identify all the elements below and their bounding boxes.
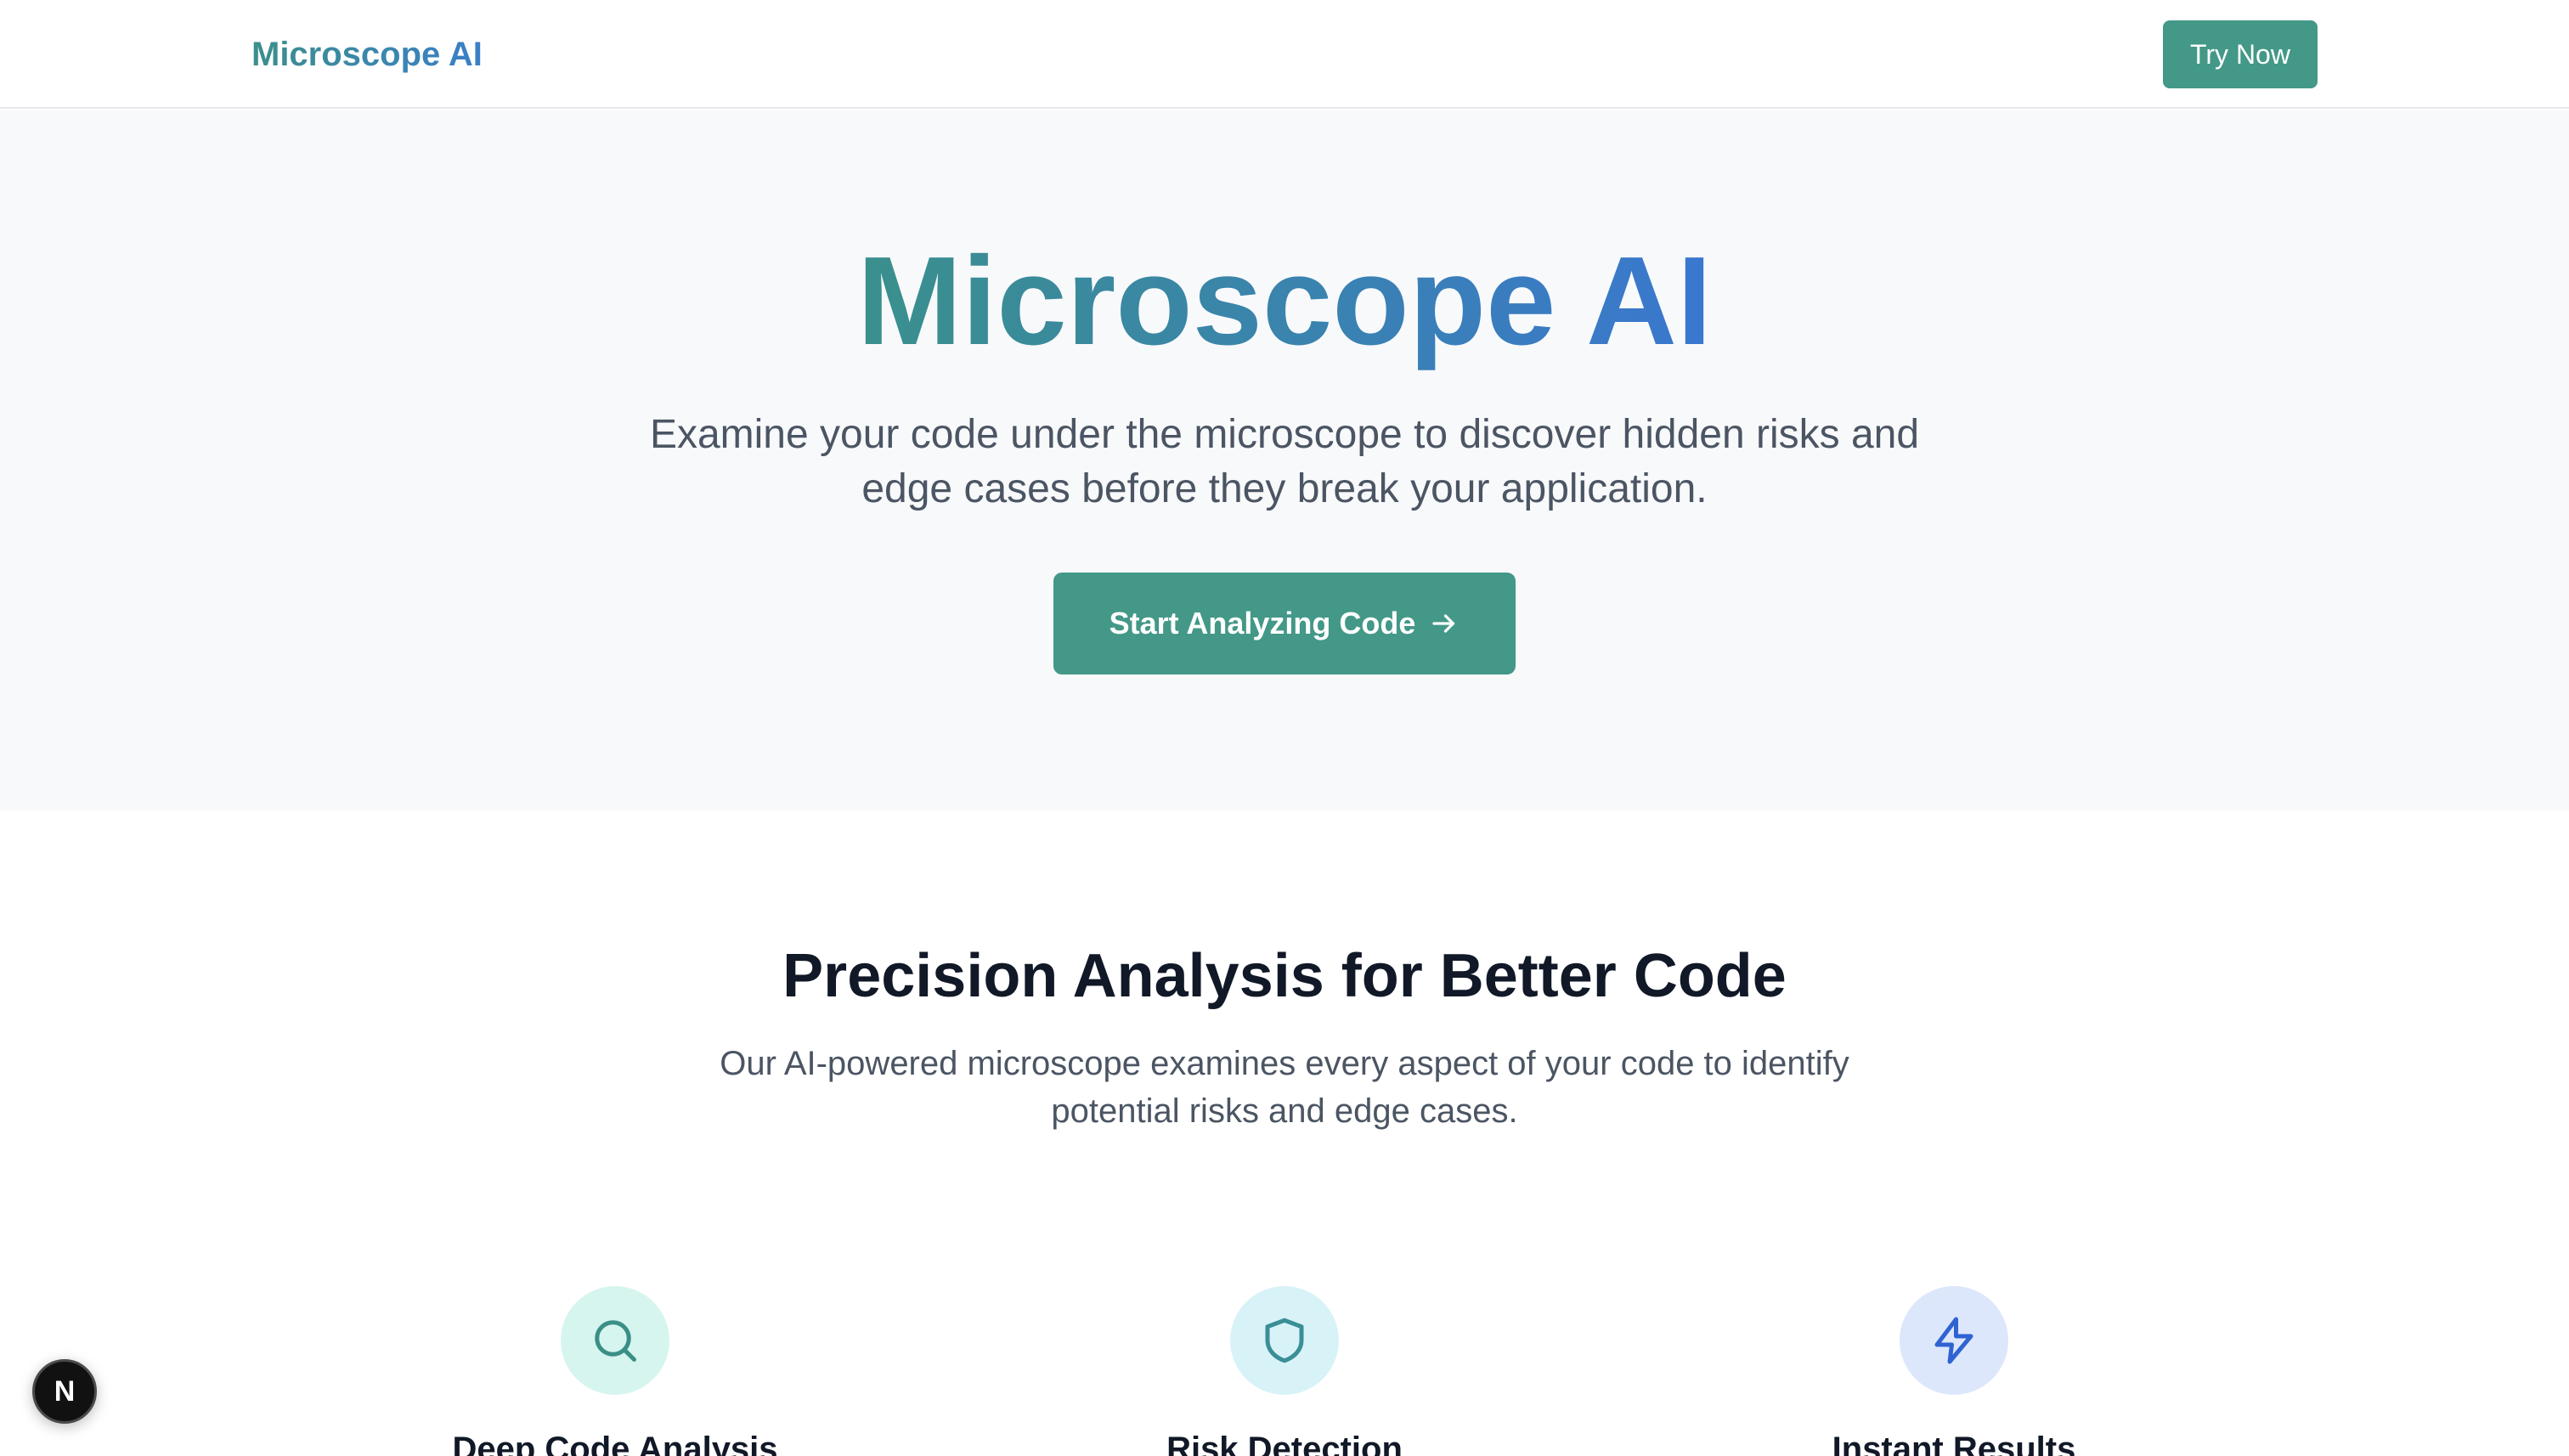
feature-icon-circle <box>561 1286 669 1395</box>
start-analyzing-button[interactable]: Start Analyzing Code <box>1053 573 1516 674</box>
feature-card-instant-results: Instant Results <box>1657 1286 2251 1456</box>
brand-logo[interactable]: Microscope AI <box>251 32 483 76</box>
hero-subtitle: Examine your code under the microscope t… <box>649 412 1920 511</box>
shield-icon <box>1265 1318 1304 1363</box>
nextjs-dev-badge[interactable]: N <box>32 1359 97 1424</box>
feature-card-deep-analysis: Deep Code Analysis <box>318 1286 912 1456</box>
feature-title: Instant Results <box>1832 1431 2076 1456</box>
arrow-right-icon <box>1432 614 1455 633</box>
features-subtitle: Our AI-powered microscope examines every… <box>720 1045 1849 1130</box>
nextjs-icon: N <box>54 1374 76 1408</box>
lightning-icon <box>1934 1317 1973 1364</box>
feature-title: Risk Detection <box>1166 1431 1403 1456</box>
hero-section: Microscope AI Examine your code under th… <box>0 110 2569 810</box>
feature-icon-circle <box>1900 1286 2008 1395</box>
feature-icon-circle <box>1230 1286 1339 1395</box>
navbar: Microscope AI Try Now <box>0 0 2569 109</box>
hero-title: Microscope AI <box>856 231 1713 371</box>
search-icon <box>595 1320 636 1362</box>
feature-title: Deep Code Analysis <box>452 1431 778 1456</box>
try-now-button[interactable]: Try Now <box>2163 20 2318 88</box>
feature-card-risk-detection: Risk Detection <box>987 1286 1582 1456</box>
features-title: Precision Analysis for Better Code <box>782 942 1787 1010</box>
features-section: Precision Analysis for Better Code Our A… <box>0 810 2569 1456</box>
start-analyzing-label: Start Analyzing Code <box>1109 606 1416 641</box>
